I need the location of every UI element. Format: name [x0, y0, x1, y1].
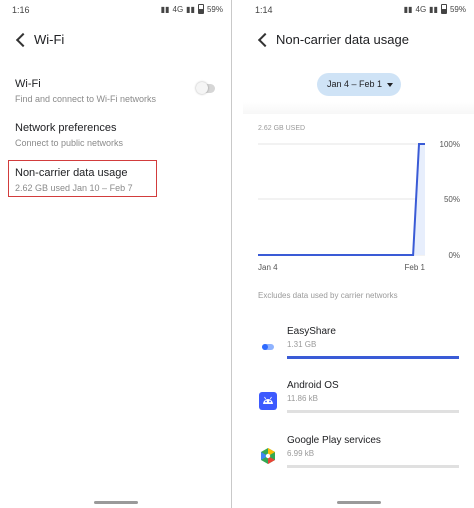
- app-usage-row-easyshare[interactable]: EasyShare 1.31 GB: [243, 326, 474, 374]
- signal-icon: ▮▮: [403, 4, 413, 14]
- gesture-nav-bar[interactable]: [93, 501, 138, 504]
- app-usage: 11.86 kB: [287, 394, 318, 403]
- app-name: Google Play services: [287, 435, 381, 446]
- back-arrow-icon[interactable]: [14, 32, 30, 48]
- wifi-toggle[interactable]: [196, 82, 215, 94]
- chart-top-divider: [243, 102, 474, 114]
- battery-level: 59%: [449, 4, 466, 14]
- app-bar: Non-carrier data usage: [243, 28, 474, 54]
- app-usage: 6.99 kB: [287, 449, 315, 458]
- usage-bar-fill: [287, 356, 459, 359]
- page-title: Non-carrier data usage: [276, 32, 409, 47]
- network-preferences-item[interactable]: Network preferences Connect to public ne…: [15, 122, 219, 148]
- chart-title: 2.62 GB USED: [258, 125, 306, 132]
- wifi-settings-screen: 1:16 ▮▮ 4G ▮▮ 59% Wi-Fi Wi-Fi Find and c…: [0, 0, 231, 508]
- billing-cycle-label: Jan 4 – Feb 1: [327, 79, 383, 89]
- usage-bar-track: [287, 410, 459, 413]
- battery-icon: [440, 4, 447, 14]
- non-carrier-data-usage-screen: 1:14 ▮▮ 4G ▮▮ 59% Non-carrier data usage…: [243, 0, 474, 508]
- status-bar: 1:16 ▮▮ 4G ▮▮ 59%: [0, 0, 231, 22]
- app-usage-row-google-play-services[interactable]: Google Play services 6.99 kB: [243, 435, 474, 483]
- status-time: 1:14: [255, 5, 273, 15]
- app-name: EasyShare: [287, 326, 336, 337]
- app-name: Android OS: [287, 380, 339, 391]
- wifi-setting-item[interactable]: Wi-Fi Find and connect to Wi-Fi networks: [15, 78, 219, 104]
- signal-icon: ▮▮: [429, 4, 438, 14]
- app-usage: 1.31 GB: [287, 340, 317, 349]
- page-title: Wi-Fi: [34, 32, 65, 47]
- status-bar: 1:14 ▮▮ 4G ▮▮ 59%: [243, 0, 474, 22]
- gesture-nav-bar[interactable]: [336, 501, 381, 504]
- signal-icon: ▮▮: [160, 4, 170, 14]
- status-time: 1:16: [12, 5, 30, 15]
- wifi-title: Wi-Fi: [15, 78, 41, 90]
- y-tick-label: 50%: [444, 195, 460, 204]
- toggle-knob: [196, 82, 208, 94]
- battery-level: 59%: [206, 4, 223, 14]
- non-carrier-data-usage-subtitle: 2.62 GB used Jan 10 – Feb 7: [15, 183, 133, 193]
- x-tick-label: Feb 1: [405, 263, 426, 272]
- back-arrow-icon[interactable]: [256, 32, 272, 48]
- carrier-exclusion-note: Excludes data used by carrier networks: [258, 291, 398, 300]
- signal-icon: ▮▮: [186, 4, 195, 14]
- network-preferences-title: Network preferences: [15, 122, 117, 134]
- x-tick-label: Jan 4: [258, 263, 278, 272]
- battery-icon: [197, 4, 204, 14]
- easyshare-icon: [262, 344, 274, 350]
- data-usage-chart: 100% 50% 0% Jan 4 Feb 1: [258, 140, 460, 272]
- network-type: 4G: [415, 4, 427, 14]
- network-type: 4G: [172, 4, 184, 14]
- non-carrier-data-usage-item[interactable]: Non-carrier data usage 2.62 GB used Jan …: [15, 167, 219, 193]
- divider: [231, 0, 232, 508]
- wifi-subtitle: Find and connect to Wi-Fi networks: [15, 94, 157, 104]
- screen-gap: [231, 0, 243, 508]
- billing-cycle-dropdown[interactable]: Jan 4 – Feb 1: [317, 73, 401, 96]
- play-services-icon: [261, 448, 275, 464]
- android-icon: [259, 392, 277, 410]
- app-usage-row-android-os[interactable]: Android OS 11.86 kB: [243, 380, 474, 428]
- y-tick-label: 100%: [440, 140, 460, 149]
- y-tick-label: 0%: [448, 251, 460, 260]
- usage-bar-track: [287, 356, 459, 359]
- app-bar: Wi-Fi: [0, 28, 231, 54]
- dropdown-caret-icon: [387, 83, 393, 87]
- usage-bar-track: [287, 465, 459, 468]
- non-carrier-data-usage-title: Non-carrier data usage: [15, 167, 128, 179]
- network-preferences-subtitle: Connect to public networks: [15, 138, 124, 148]
